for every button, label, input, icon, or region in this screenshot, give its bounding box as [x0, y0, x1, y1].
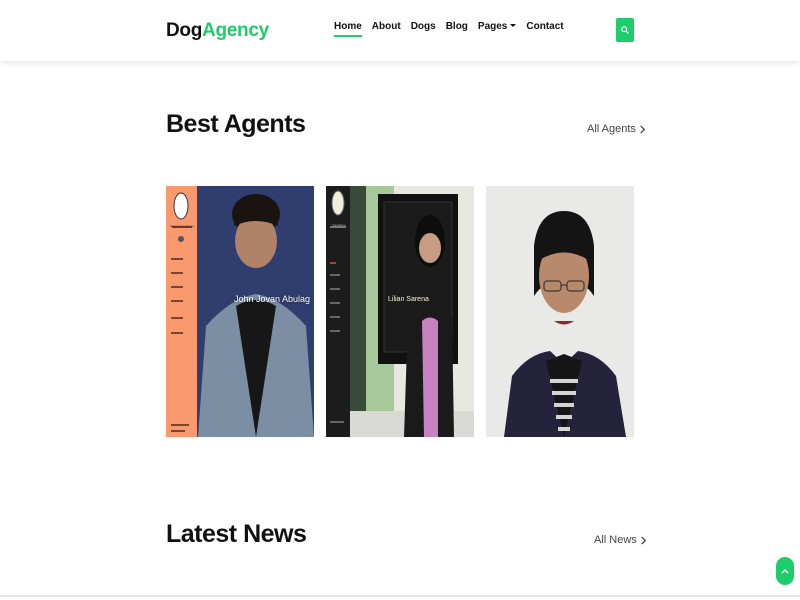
nav-about[interactable]: About	[372, 21, 401, 32]
nav-dogs[interactable]: Dogs	[411, 21, 436, 32]
agent-overlay-name: Lilian Sarena	[388, 296, 429, 303]
agent-overlay-name: John Jovan Abulag	[234, 294, 311, 304]
main-nav: Home About Dogs Blog Pages Contact	[334, 21, 564, 37]
all-news-label: All News	[594, 534, 637, 546]
agent-card[interactable]: John Jovan Abulag John Jovan Abulag	[166, 186, 314, 437]
agent-card-1-sidebar-name: John Jovan Abulag	[169, 225, 195, 228]
scroll-top-button[interactable]	[776, 557, 794, 585]
nav-blog[interactable]: Blog	[446, 21, 468, 32]
agent-photo	[486, 186, 634, 437]
agent-card[interactable]: Samjlame Lilian Sarena	[326, 186, 474, 437]
brand-logo-part2: Agency	[202, 20, 269, 41]
nav-contact[interactable]: Contact	[526, 21, 563, 32]
all-agents-label: All Agents	[587, 123, 636, 135]
agent-photo	[166, 186, 314, 437]
brand-logo[interactable]: DogAgency	[166, 20, 269, 42]
site-header: DogAgency Home About Dogs Blog Pages Con…	[0, 0, 800, 61]
nav-pages-label: Pages	[477, 21, 508, 32]
caret-down-icon	[510, 23, 517, 27]
news-section-title: Latest News	[166, 520, 307, 548]
agent-card-2-sidebar-name: Samjlame	[332, 224, 346, 227]
page-divider	[0, 595, 800, 597]
all-news-link[interactable]: All News	[594, 534, 647, 546]
nav-pages[interactable]: Pages	[477, 21, 517, 32]
brand-logo-part1: Dog	[166, 20, 203, 41]
nav-home[interactable]: Home	[334, 21, 362, 37]
chevron-right-icon	[641, 535, 646, 545]
search-button[interactable]	[616, 18, 634, 42]
agent-card[interactable]	[486, 186, 634, 437]
agents-section-title: Best Agents	[166, 110, 306, 138]
search-icon	[621, 26, 629, 34]
chevron-up-icon	[781, 569, 789, 574]
chevron-right-icon	[640, 124, 646, 134]
all-agents-link[interactable]: All Agents	[587, 123, 646, 135]
